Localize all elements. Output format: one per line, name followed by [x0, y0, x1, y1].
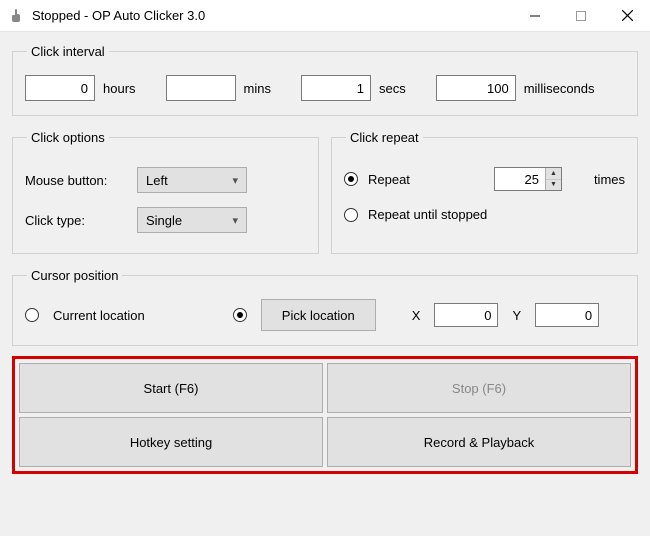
y-input[interactable] — [535, 303, 599, 327]
x-label: X — [412, 308, 421, 323]
stop-button[interactable]: Stop (F6) — [327, 363, 631, 413]
maximize-button[interactable] — [558, 0, 604, 32]
actions-highlight: Start (F6) Stop (F6) Hotkey setting Reco… — [12, 356, 638, 474]
spinner-up-icon[interactable]: ▲ — [546, 168, 561, 180]
click-type-select[interactable]: Single ▾ — [137, 207, 247, 233]
pick-location-radio[interactable] — [233, 308, 247, 322]
times-label: times — [594, 172, 625, 187]
mins-unit: mins — [244, 81, 271, 96]
repeat-until-label: Repeat until stopped — [368, 207, 487, 222]
minimize-button[interactable] — [512, 0, 558, 32]
secs-unit: secs — [379, 81, 406, 96]
repeat-label: Repeat — [368, 172, 410, 187]
click-type-value: Single — [146, 213, 182, 228]
spinner-down-icon[interactable]: ▼ — [546, 180, 561, 191]
click-options-group: Click options Mouse button: Left ▾ Click… — [12, 130, 319, 254]
window-title: Stopped - OP Auto Clicker 3.0 — [32, 8, 205, 23]
repeat-count-value: 25 — [495, 168, 545, 190]
click-repeat-group: Click repeat Repeat 25 ▲ ▼ times Repeat … — [331, 130, 638, 254]
titlebar: Stopped - OP Auto Clicker 3.0 — [0, 0, 650, 32]
click-repeat-legend: Click repeat — [346, 130, 423, 145]
cursor-position-legend: Cursor position — [27, 268, 122, 283]
mouse-button-select[interactable]: Left ▾ — [137, 167, 247, 193]
hotkey-setting-button[interactable]: Hotkey setting — [19, 417, 323, 467]
mins-input[interactable] — [166, 75, 236, 101]
ms-input[interactable] — [436, 75, 516, 101]
app-icon — [8, 8, 24, 24]
chevron-down-icon: ▾ — [232, 174, 238, 187]
record-playback-button[interactable]: Record & Playback — [327, 417, 631, 467]
secs-input[interactable] — [301, 75, 371, 101]
current-location-label: Current location — [53, 308, 145, 323]
y-label: Y — [512, 308, 521, 323]
client-area: Click interval hours mins secs milliseco… — [0, 32, 650, 536]
ms-unit: milliseconds — [524, 81, 595, 96]
click-interval-legend: Click interval — [27, 44, 109, 59]
chevron-down-icon: ▾ — [232, 214, 238, 227]
mouse-button-label: Mouse button: — [25, 173, 125, 188]
x-input[interactable] — [434, 303, 498, 327]
cursor-position-group: Cursor position Current location Pick lo… — [12, 268, 638, 346]
hours-unit: hours — [103, 81, 136, 96]
click-options-legend: Click options — [27, 130, 109, 145]
repeat-count-spinner[interactable]: 25 ▲ ▼ — [494, 167, 562, 191]
pick-location-button[interactable]: Pick location — [261, 299, 376, 331]
hours-input[interactable] — [25, 75, 95, 101]
repeat-until-radio[interactable] — [344, 208, 358, 222]
click-type-label: Click type: — [25, 213, 125, 228]
repeat-radio[interactable] — [344, 172, 358, 186]
close-button[interactable] — [604, 0, 650, 32]
current-location-radio[interactable] — [25, 308, 39, 322]
click-interval-group: Click interval hours mins secs milliseco… — [12, 44, 638, 116]
mouse-button-value: Left — [146, 173, 168, 188]
start-button[interactable]: Start (F6) — [19, 363, 323, 413]
